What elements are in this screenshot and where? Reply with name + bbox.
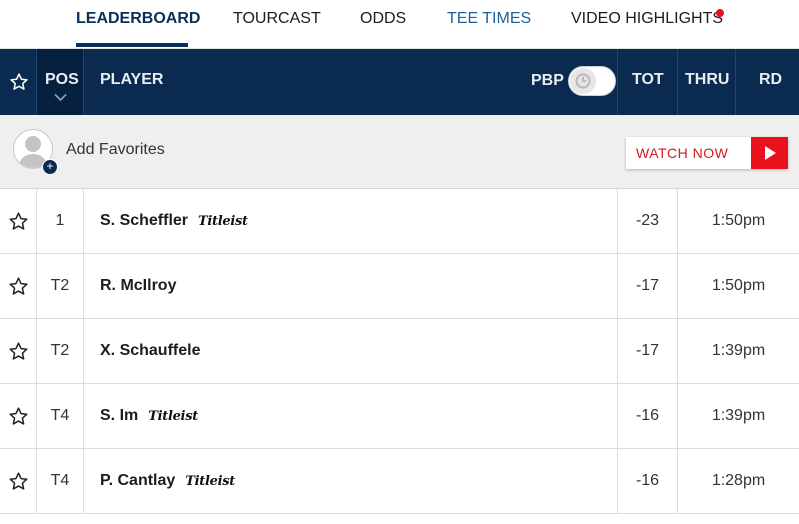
tab-tourcast[interactable]: TOURCAST <box>233 10 321 28</box>
header-divider <box>677 49 678 115</box>
notification-dot <box>716 9 724 17</box>
toggle-knob <box>570 68 596 94</box>
sponsor-logo: Titleist <box>148 408 198 424</box>
tab-leaderboard[interactable]: LEADERBOARD <box>76 10 200 28</box>
header-pbp: PBP <box>531 72 564 89</box>
favorites-row: + Add Favorites WATCH NOW <box>0 115 799 189</box>
player-name[interactable]: X. Schauffele <box>100 342 200 360</box>
header-player: PLAYER <box>100 71 164 88</box>
player-name[interactable]: S. Im <box>100 407 138 425</box>
tab-video-highlights[interactable]: VIDEO HIGHLIGHTS <box>571 10 723 28</box>
top-tab-bar: LEADERBOARD TOURCAST ODDS TEE TIMES VIDE… <box>0 0 799 49</box>
position-cell: T4 <box>37 384 84 448</box>
player-name[interactable]: P. Cantlay <box>100 472 175 490</box>
position-cell: 1 <box>37 189 84 253</box>
pbp-toggle[interactable] <box>568 66 616 96</box>
chevron-down-icon <box>54 93 67 102</box>
add-favorites-link[interactable]: Add Favorites <box>66 141 165 159</box>
star-outline-icon <box>8 471 28 490</box>
thru-cell: 1:50pm <box>711 212 766 229</box>
thru-cell: 1:39pm <box>711 342 766 359</box>
star-outline-icon <box>8 211 28 230</box>
table-row[interactable]: T4 S. Im Titleist -16 1:39pm <box>0 384 799 449</box>
total-cell: -17 <box>618 254 678 318</box>
sponsor-logo: Titleist <box>198 213 248 229</box>
position-cell: T2 <box>37 254 84 318</box>
play-icon-box <box>751 137 788 169</box>
header-divider <box>83 49 84 115</box>
player-cell: S. Scheffler Titleist <box>84 189 618 253</box>
player-cell: X. Schauffele <box>84 319 618 383</box>
favorite-star-button[interactable] <box>0 449 37 513</box>
sponsor-logo: Titleist <box>185 473 235 489</box>
favorite-star-button[interactable] <box>0 384 37 448</box>
table-row[interactable]: T4 P. Cantlay Titleist -16 1:28pm <box>0 449 799 514</box>
favorite-star-button[interactable] <box>0 319 37 383</box>
star-outline-icon <box>8 406 28 425</box>
leaderboard-header: POS PLAYER PBP TOT THRU RD <box>0 49 799 115</box>
header-thru[interactable]: THRU <box>685 71 729 89</box>
player-name[interactable]: S. Scheffler <box>100 212 188 230</box>
thru-cell: 1:28pm <box>711 472 766 489</box>
position-cell: T4 <box>37 449 84 513</box>
favorite-star-button[interactable] <box>0 189 37 253</box>
play-icon <box>764 146 776 160</box>
player-cell: S. Im Titleist <box>84 384 618 448</box>
header-pos-sort[interactable]: POS <box>37 49 83 115</box>
add-favorite-plus-icon[interactable]: + <box>42 159 58 175</box>
header-favorite-star[interactable] <box>0 49 37 115</box>
table-row[interactable]: T2 R. McIlroy -17 1:50pm <box>0 254 799 319</box>
table-row[interactable]: T2 X. Schauffele -17 1:39pm <box>0 319 799 384</box>
player-cell: P. Cantlay Titleist <box>84 449 618 513</box>
star-outline-icon <box>9 73 28 90</box>
favorite-star-button[interactable] <box>0 254 37 318</box>
total-cell: -16 <box>618 449 678 513</box>
total-cell: -23 <box>618 189 678 253</box>
player-name[interactable]: R. McIlroy <box>100 277 176 295</box>
toggle-icon <box>575 73 591 89</box>
watch-now-label: WATCH NOW <box>636 145 729 161</box>
table-row[interactable]: 1 S. Scheffler Titleist -23 1:50pm <box>0 189 799 254</box>
header-tot[interactable]: TOT <box>632 71 664 89</box>
total-cell: -16 <box>618 384 678 448</box>
active-tab-indicator <box>76 43 188 47</box>
thru-cell: 1:39pm <box>711 407 766 424</box>
header-divider <box>735 49 736 115</box>
header-rd[interactable]: RD <box>759 71 782 89</box>
thru-cell: 1:50pm <box>711 277 766 294</box>
star-outline-icon <box>8 341 28 360</box>
player-cell: R. McIlroy <box>84 254 618 318</box>
header-divider <box>617 49 618 115</box>
tab-tee-times[interactable]: TEE TIMES <box>447 10 531 28</box>
watch-now-button[interactable]: WATCH NOW <box>626 137 788 169</box>
total-cell: -17 <box>618 319 678 383</box>
star-outline-icon <box>8 276 28 295</box>
header-pos: POS <box>45 71 79 88</box>
position-cell: T2 <box>37 319 84 383</box>
tab-odds[interactable]: ODDS <box>360 10 406 28</box>
